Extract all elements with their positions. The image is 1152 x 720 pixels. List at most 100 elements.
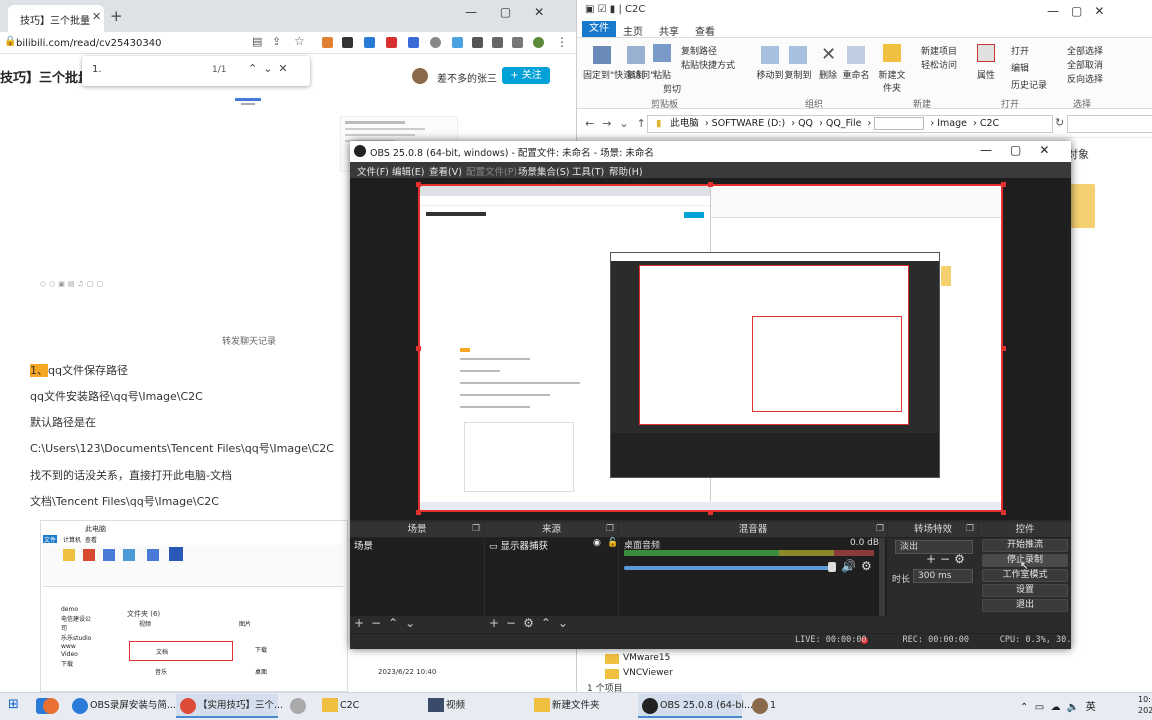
path-segment[interactable]: SOFTWARE (D:) bbox=[712, 118, 786, 129]
open-button[interactable]: 打开 bbox=[1011, 44, 1029, 57]
extension-icon[interactable] bbox=[430, 37, 441, 48]
ribbon-tab-home[interactable]: 主页 bbox=[623, 23, 643, 38]
share-icon[interactable]: ⇪ bbox=[272, 35, 281, 48]
puzzle-extensions-icon[interactable] bbox=[472, 37, 483, 48]
selection-handle[interactable] bbox=[1001, 510, 1006, 515]
explorer-window-controls[interactable]: —▢✕ bbox=[1047, 4, 1116, 18]
author-name[interactable]: 差不多的张三 bbox=[437, 70, 497, 85]
edit-button[interactable]: 编辑 bbox=[1011, 61, 1029, 74]
browser-tab-active[interactable]: 技巧】三个批量保存qq聊 ✕ bbox=[8, 5, 104, 32]
easy-access-button[interactable]: 轻松访问 bbox=[921, 58, 957, 71]
new-item-button[interactable]: 新建项目 bbox=[921, 44, 957, 57]
menu-edit[interactable]: 编辑(E) bbox=[392, 164, 424, 178]
volume-slider-knob[interactable] bbox=[828, 562, 836, 572]
taskbar-item[interactable]: OBS 25.0.8 (64-bi... bbox=[638, 694, 753, 718]
follow-button[interactable]: + 关注 bbox=[502, 67, 550, 84]
selection-handle[interactable] bbox=[708, 510, 713, 515]
pin-quick-access-button[interactable]: 固定到"快速访问" bbox=[583, 68, 654, 81]
find-input[interactable]: 1. bbox=[92, 64, 102, 75]
scene-item[interactable]: 场景 bbox=[354, 538, 373, 552]
browser-window-controls[interactable]: — ▢ ✕ bbox=[465, 5, 544, 19]
path-segment[interactable]: QQ bbox=[798, 118, 813, 129]
cloud-icon[interactable]: ☁ bbox=[1051, 702, 1061, 713]
copy-to-button[interactable]: 复制到 bbox=[781, 68, 815, 81]
new-tab-icon[interactable]: + bbox=[110, 7, 123, 25]
lock-icon[interactable]: 🔓 bbox=[607, 538, 618, 548]
start-streaming-button[interactable]: 开始推流 bbox=[982, 539, 1068, 552]
extension-icon[interactable] bbox=[452, 37, 463, 48]
path-segment[interactable]: 此电脑 bbox=[670, 118, 699, 129]
menu-profile[interactable]: 配置文件(P) bbox=[466, 164, 517, 178]
folder-item[interactable]: VMware15 bbox=[623, 653, 670, 663]
nav-arrows-icon[interactable]: ←→⌄↑ bbox=[585, 117, 654, 130]
taskbar-item[interactable]: 【实用技巧】三个... bbox=[176, 694, 283, 718]
selection-handle[interactable] bbox=[1001, 182, 1006, 187]
extension-icon[interactable] bbox=[322, 37, 333, 48]
transition-add-remove[interactable]: +−⚙ bbox=[926, 552, 969, 566]
delete-button[interactable]: 删除 bbox=[817, 68, 839, 81]
mixer-scrollbar[interactable] bbox=[879, 538, 885, 616]
extension-icon[interactable] bbox=[364, 37, 375, 48]
selection-handle[interactable] bbox=[708, 182, 713, 187]
transition-duration-input[interactable]: 300 ms bbox=[913, 569, 973, 583]
network-icon[interactable]: ▭ bbox=[1035, 702, 1044, 713]
paste-shortcut-button[interactable]: 粘贴快捷方式 bbox=[681, 58, 735, 71]
speaker-icon[interactable]: 🔈 bbox=[1067, 702, 1079, 713]
firefox-icon[interactable] bbox=[43, 698, 59, 714]
new-folder-button[interactable]: 新建文件夹 bbox=[877, 68, 907, 94]
history-button[interactable]: 历史记录 bbox=[1011, 78, 1047, 91]
properties-button[interactable]: 属性 bbox=[973, 68, 999, 81]
profile-avatar[interactable] bbox=[533, 37, 544, 48]
refresh-icon[interactable]: ↻ bbox=[1055, 116, 1064, 129]
invert-selection-button[interactable]: 反向选择 bbox=[1067, 72, 1103, 85]
exit-button[interactable]: 退出 bbox=[982, 599, 1068, 612]
scenes-toolbar[interactable]: +−⌃⌄ bbox=[350, 616, 484, 634]
chevron-up-icon[interactable]: ⌃ bbox=[1020, 702, 1028, 713]
system-tray[interactable]: ⌃ ▭ ☁ 🔈 英 bbox=[1020, 698, 1096, 713]
author-avatar[interactable] bbox=[412, 68, 428, 84]
cut-button[interactable]: 剪切 bbox=[663, 82, 681, 95]
selection-handle[interactable] bbox=[1001, 346, 1006, 351]
browser-menu-icon[interactable]: ⋮ bbox=[556, 35, 568, 49]
dock-float-icon[interactable]: ❐ bbox=[966, 524, 974, 534]
selection-handle[interactable] bbox=[416, 510, 421, 515]
search-input[interactable] bbox=[1067, 115, 1152, 133]
select-all-button[interactable]: 全部选择 bbox=[1067, 44, 1103, 57]
volume-slider[interactable] bbox=[624, 566, 834, 570]
menu-file[interactable]: 文件(F) bbox=[357, 164, 389, 178]
gear-icon[interactable]: ⚙ bbox=[861, 559, 872, 573]
obs-preview[interactable] bbox=[350, 178, 1071, 520]
download-icon[interactable] bbox=[492, 37, 503, 48]
taskbar-item[interactable]: 1 bbox=[748, 694, 788, 718]
windows-start-icon[interactable]: ⊞ bbox=[8, 697, 19, 712]
extension-icon[interactable] bbox=[408, 37, 419, 48]
folder-item[interactable]: VNCViewer bbox=[623, 668, 673, 678]
ribbon-tab-share[interactable]: 共享 bbox=[659, 23, 679, 38]
dock-float-icon[interactable]: ❐ bbox=[876, 524, 884, 534]
preview-canvas[interactable] bbox=[418, 184, 1003, 512]
taskbar-item[interactable]: 视频 bbox=[424, 694, 524, 718]
app-icon[interactable] bbox=[290, 698, 306, 714]
path-segment[interactable]: C2C bbox=[980, 118, 999, 129]
menu-tools[interactable]: 工具(T) bbox=[572, 164, 604, 178]
extension-icon[interactable] bbox=[386, 37, 397, 48]
menu-scene-collection[interactable]: 场景集合(S) bbox=[518, 164, 569, 178]
dock-float-icon[interactable]: ❐ bbox=[606, 524, 614, 534]
path-segment[interactable]: Image bbox=[937, 118, 967, 129]
input-language[interactable]: 英 bbox=[1086, 702, 1096, 713]
extension-icon[interactable] bbox=[342, 37, 353, 48]
taskbar-item[interactable]: 新建文件夹 bbox=[530, 694, 632, 718]
menu-help[interactable]: 帮助(H) bbox=[609, 164, 643, 178]
sources-toolbar[interactable]: +−⚙⌃⌄ bbox=[485, 616, 618, 634]
obs-window-controls[interactable]: —▢✕ bbox=[980, 143, 1067, 157]
eye-icon[interactable]: ◉ bbox=[593, 538, 601, 548]
menu-view[interactable]: 查看(V) bbox=[429, 164, 462, 178]
paste-button[interactable]: 粘贴 bbox=[649, 68, 675, 81]
selection-handle[interactable] bbox=[416, 182, 421, 187]
dock-float-icon[interactable]: ❐ bbox=[472, 524, 480, 534]
select-none-button[interactable]: 全部取消 bbox=[1067, 58, 1103, 71]
bookmark-star-icon[interactable]: ☆ bbox=[294, 34, 305, 48]
settings-button[interactable]: 设置 bbox=[982, 584, 1068, 597]
ribbon-tab-view[interactable]: 查看 bbox=[695, 23, 715, 38]
clock[interactable]: 10: 202 bbox=[1138, 694, 1152, 716]
